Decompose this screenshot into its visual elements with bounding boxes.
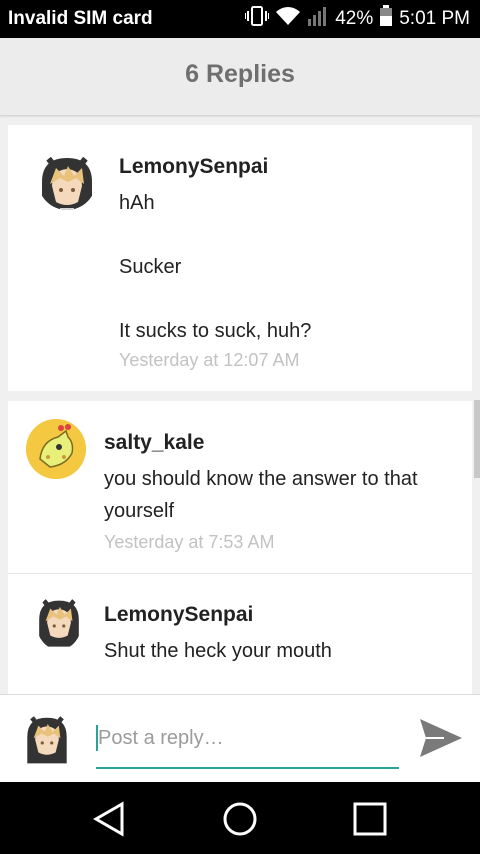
vibrate-icon <box>244 5 271 33</box>
status-icons: 42% 5:01 PM <box>244 5 470 33</box>
navigation-bar <box>0 782 480 854</box>
comment-text: It sucks to suck, huh? <box>119 320 312 342</box>
recents-button[interactable] <box>347 796 393 842</box>
comment-timestamp: Yesterday at 12:07 AM <box>119 350 300 370</box>
anime-avatar-icon <box>24 713 70 765</box>
comment-author[interactable]: LemonySenpai <box>119 155 268 179</box>
scrollbar-thumb[interactable] <box>474 400 480 478</box>
reply-input[interactable]: Post a reply… <box>96 717 399 769</box>
anime-avatar-icon[interactable] <box>38 152 96 210</box>
battery-icon <box>379 5 393 33</box>
comment-text: hAh <box>119 192 155 214</box>
comment-timestamp: Yesterday at 7:53 AM <box>104 532 275 552</box>
comment-text: Shut the heck your mouth <box>104 640 332 662</box>
clock: 5:01 PM <box>399 8 470 29</box>
header: 6 Replies <box>0 38 480 116</box>
home-button[interactable] <box>217 796 263 842</box>
reply-bar: Post a reply… <box>0 694 480 782</box>
back-button[interactable] <box>86 796 132 842</box>
comment-card: salty_kale you should know the answer to… <box>8 401 472 694</box>
recents-icon <box>353 802 387 836</box>
back-icon <box>92 801 124 837</box>
divider <box>8 573 472 574</box>
comment-author[interactable]: salty_kale <box>104 431 204 455</box>
reply-placeholder: Post a reply… <box>98 727 224 749</box>
comment-text: Sucker <box>119 256 182 278</box>
comment-author[interactable]: LemonySenpai <box>104 603 253 627</box>
giraffe-avatar-icon[interactable] <box>26 419 86 479</box>
comment-text: yourself <box>104 500 175 522</box>
page-title: 6 Replies <box>185 60 295 88</box>
wifi-icon <box>275 6 301 32</box>
carrier-label: Invalid SIM card <box>8 8 153 29</box>
status-bar: Invalid SIM card 42% 5:01 PM <box>0 0 480 38</box>
signal-icon <box>307 5 329 33</box>
send-icon <box>420 719 462 757</box>
home-icon <box>223 802 257 836</box>
comment-text: you should know the answer to that <box>104 468 418 490</box>
anime-avatar-icon[interactable] <box>36 594 82 650</box>
send-button[interactable] <box>416 715 466 761</box>
battery-percent: 42% <box>335 8 374 29</box>
replies-list[interactable]: LemonySenpai hAh Sucker It sucks to suck… <box>0 117 480 694</box>
comment-card: LemonySenpai hAh Sucker It sucks to suck… <box>8 125 472 391</box>
